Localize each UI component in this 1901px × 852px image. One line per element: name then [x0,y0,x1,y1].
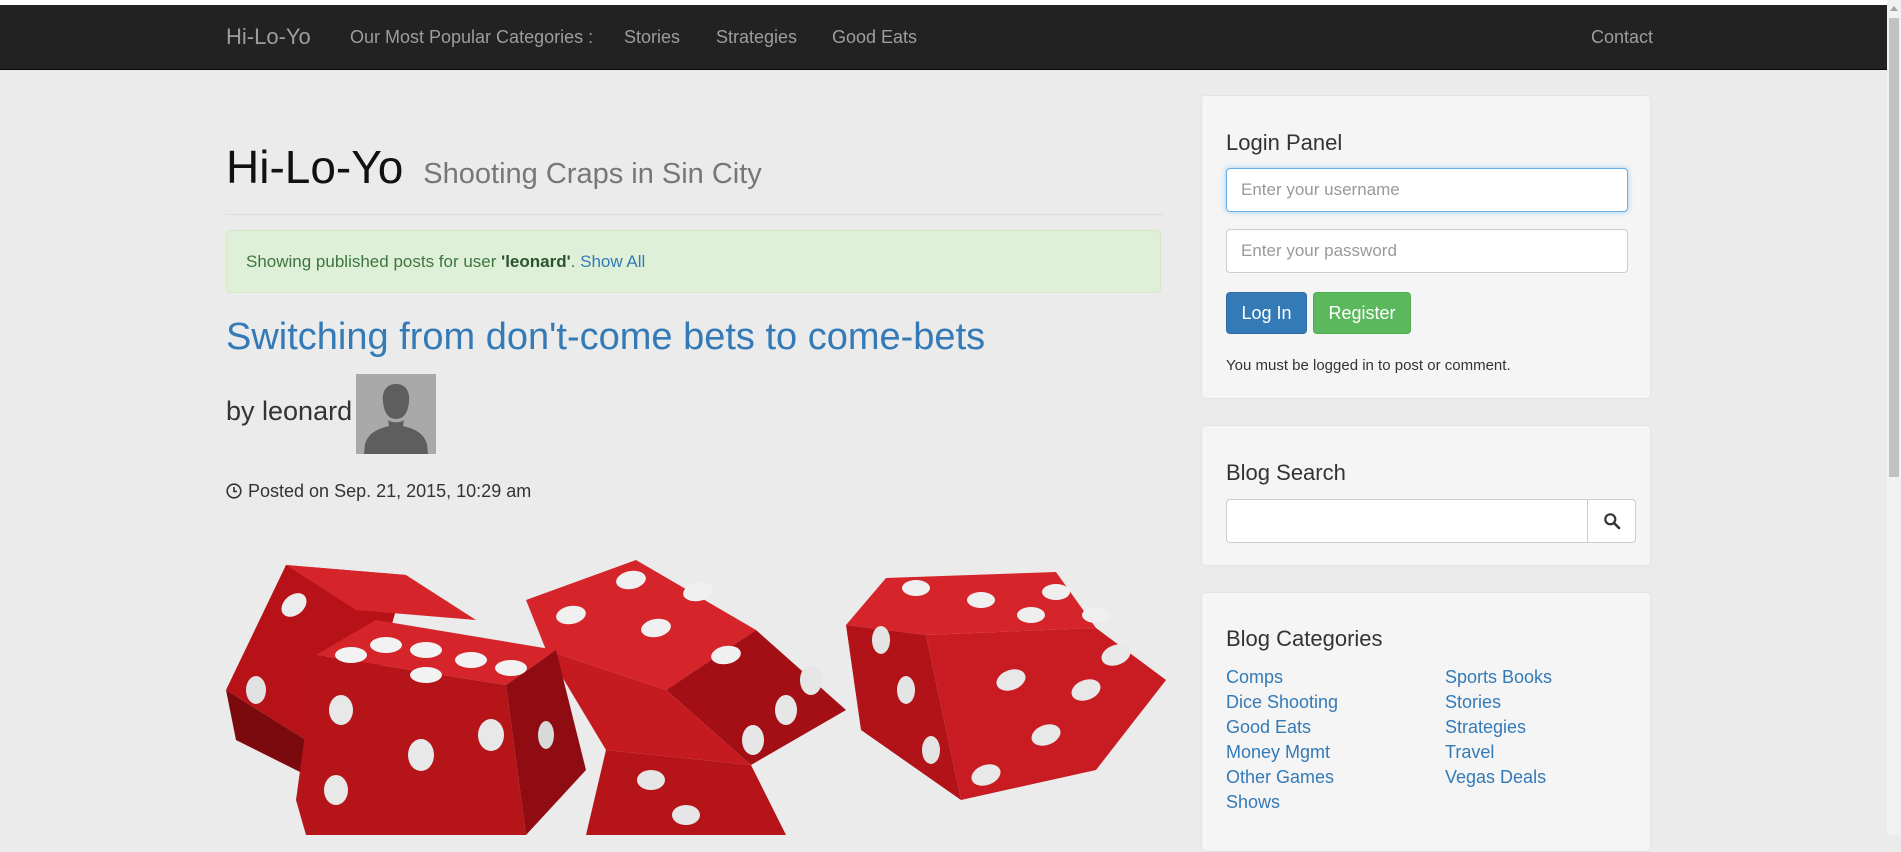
top-navbar: Hi-Lo-Yo Our Most Popular Categories : S… [0,5,1887,70]
category-link[interactable]: Money Mgmt [1226,742,1330,762]
categories-right-list: Sports Books Stories Strategies Travel V… [1445,667,1552,792]
page-title: Hi-Lo-Yo [226,141,404,193]
login-panel-title: Login Panel [1226,130,1343,155]
post-date-text: Posted on Sep. 21, 2015, 10:29 am [248,481,532,501]
list-item: Good Eats [1226,717,1338,742]
login-required-note: You must be logged in to post or comment… [1226,357,1511,374]
blog-search-button[interactable] [1587,499,1636,543]
list-item: Shows [1226,792,1338,817]
list-item: Travel [1445,742,1552,767]
author-avatar [356,374,436,454]
login-panel: Login Panel Log In Register You must be … [1201,95,1651,399]
list-item: Dice Shooting [1226,692,1338,717]
post-title-link[interactable]: Switching from don't-come bets to come-b… [226,316,985,359]
category-link[interactable]: Dice Shooting [1226,692,1338,712]
list-item: Strategies [1445,717,1552,742]
password-input[interactable] [1226,229,1628,273]
blog-search-title: Blog Search [1226,460,1346,485]
category-link[interactable]: Comps [1226,667,1283,687]
scroll-up-arrow-icon[interactable] [1890,6,1898,11]
blog-categories-title: Blog Categories [1226,626,1383,651]
category-link[interactable]: Shows [1226,792,1280,812]
user-silhouette-icon [356,374,436,454]
register-button[interactable]: Register [1313,292,1411,334]
blog-search-input[interactable] [1226,499,1588,543]
list-item: Comps [1226,667,1338,692]
alert-text: Showing published posts for user [246,252,502,271]
alert-username: 'leonard' [501,252,571,271]
login-button[interactable]: Log In [1226,292,1307,334]
list-item: Other Games [1226,767,1338,792]
filter-alert: Showing published posts for user 'leonar… [226,230,1161,293]
category-link[interactable]: Travel [1445,742,1494,762]
categories-left-list: Comps Dice Shooting Good Eats Money Mgmt… [1226,667,1338,817]
list-item: Money Mgmt [1226,742,1338,767]
navbar-categories-label: Our Most Popular Categories : [350,27,594,47]
blog-categories-panel: Blog Categories Comps Dice Shooting Good… [1201,592,1651,852]
show-all-link[interactable]: Show All [580,252,645,271]
search-icon [1603,513,1620,530]
clock-icon [226,483,242,504]
page-header: Hi-Lo-Yo Shooting Craps in Sin City [226,140,762,194]
header-divider [226,214,1163,215]
list-item: Stories [1445,692,1552,717]
post-image-dice [226,540,1166,835]
scrollbar-thumb[interactable] [1889,18,1899,477]
nav-link-contact[interactable]: Contact [1591,27,1653,48]
post-date: Posted on Sep. 21, 2015, 10:29 am [226,481,531,504]
list-item: Vegas Deals [1445,767,1552,792]
post-byline: by leonard [226,396,353,426]
category-link[interactable]: Strategies [1445,717,1526,737]
nav-link-strategies[interactable]: Strategies [716,27,797,48]
category-link[interactable]: Other Games [1226,767,1334,787]
alert-separator: . [570,252,576,271]
blog-search-panel: Blog Search [1201,425,1651,566]
category-link[interactable]: Sports Books [1445,667,1552,687]
category-link[interactable]: Vegas Deals [1445,767,1546,787]
page-subtitle: Shooting Craps in Sin City [423,158,762,190]
nav-link-stories[interactable]: Stories [624,27,680,48]
navbar-brand[interactable]: Hi-Lo-Yo [226,24,311,50]
list-item: Sports Books [1445,667,1552,692]
category-link[interactable]: Good Eats [1226,717,1311,737]
nav-link-good-eats[interactable]: Good Eats [832,27,917,48]
category-link[interactable]: Stories [1445,692,1501,712]
username-input[interactable] [1226,168,1628,212]
page-scrollbar[interactable] [1887,0,1901,835]
